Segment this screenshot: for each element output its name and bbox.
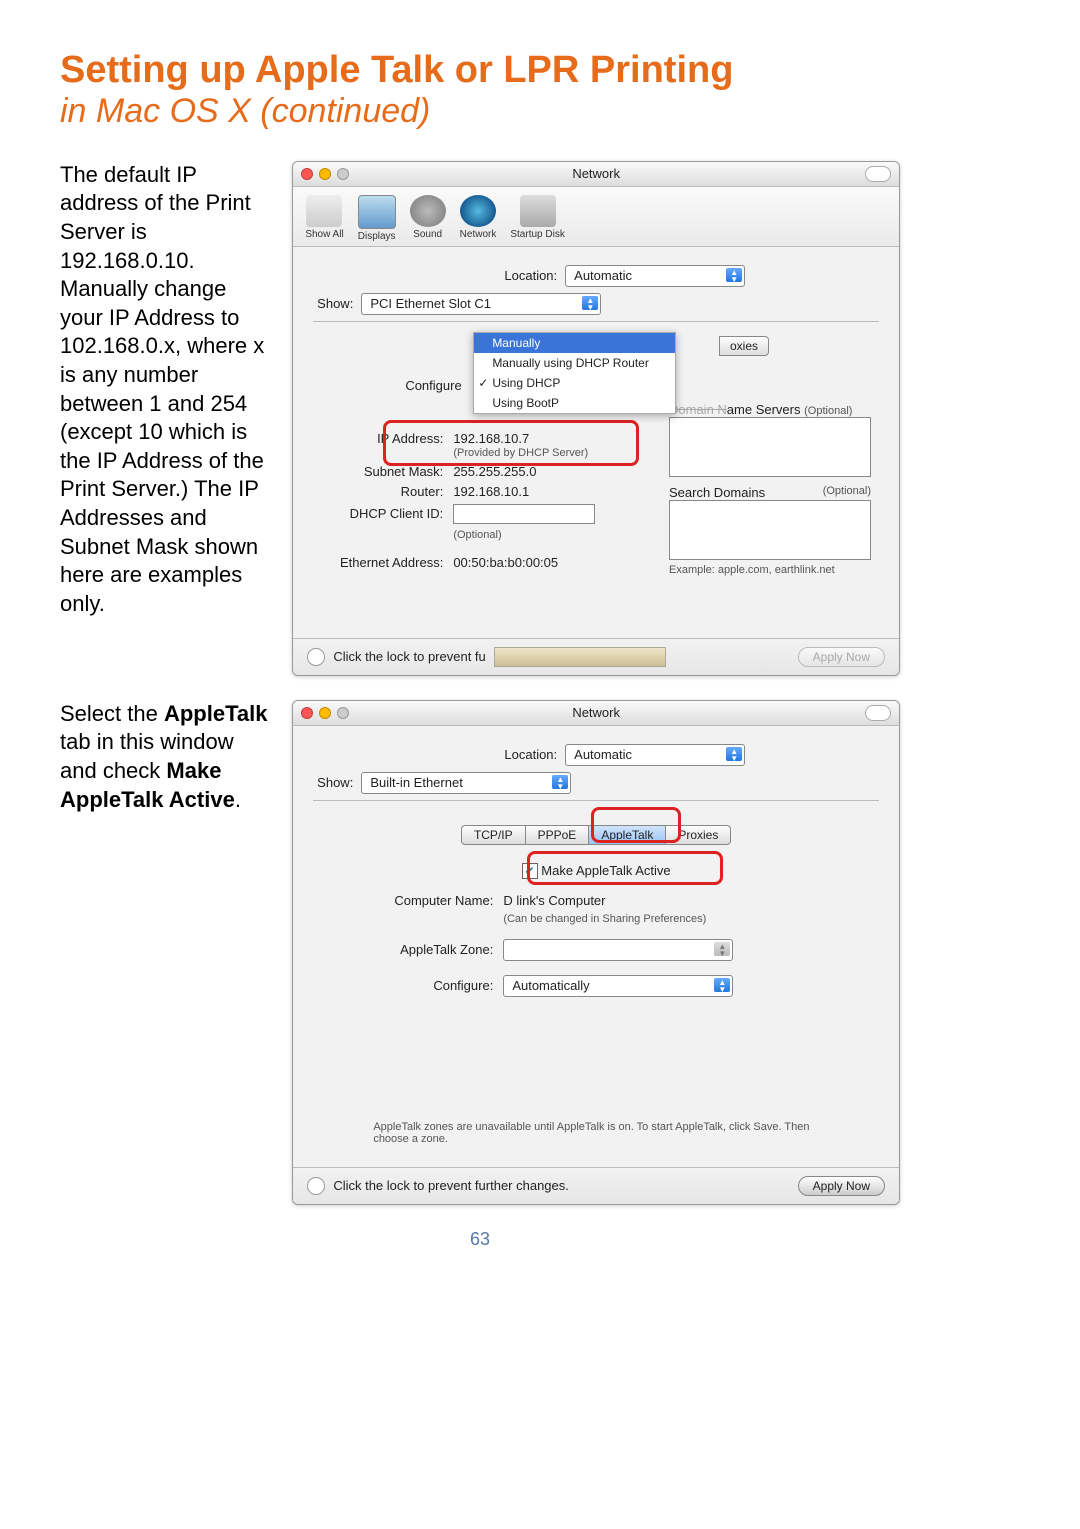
toolbar-showall[interactable]: Show All (305, 195, 343, 242)
blurb-1: The default IP address of the Print Serv… (60, 161, 274, 676)
router-label: Router: (313, 484, 443, 499)
zones-note: AppleTalk zones are unavailable until Ap… (373, 1121, 819, 1145)
domains-example: Example: apple.com, earthlink.net (669, 564, 871, 576)
titlebar: Network (293, 162, 899, 187)
network-window-2: Network Location: Automatic▲▼ Show: Buil… (292, 700, 900, 1205)
computer-name-value: D link's Computer (503, 893, 605, 908)
eth-label: Ethernet Address: (313, 555, 443, 570)
toolbar-network[interactable]: Network (460, 195, 497, 242)
show-label: Show: (313, 775, 353, 790)
titlebar: Network (293, 701, 899, 726)
dns-label-fragment: ame Servers (727, 402, 801, 417)
search-optional: (Optional) (823, 485, 871, 497)
configure-select[interactable]: Automatically▲▼ (503, 975, 733, 997)
tab-proxies[interactable]: Proxies (666, 825, 731, 845)
config-option-manually[interactable]: Manually (474, 333, 675, 353)
location-label: Location: (447, 747, 557, 762)
eth-value: 00:50:ba:b0:00:05 (453, 555, 558, 570)
ip-note: (Provided by DHCP Server) (453, 447, 633, 459)
dns-optional: (Optional) (804, 405, 852, 417)
lock-icon[interactable] (307, 648, 325, 666)
config-option-dhcp-router[interactable]: Manually using DHCP Router (474, 353, 675, 373)
lock-text: Click the lock to prevent fu (333, 649, 485, 664)
lock-text: Click the lock to prevent further change… (333, 1178, 569, 1193)
dns-servers-input[interactable] (669, 417, 871, 477)
apply-now-button[interactable]: Apply Now (798, 647, 885, 667)
ip-value: 192.168.10.7 (453, 431, 529, 446)
dhcp-client-input[interactable] (453, 504, 595, 524)
section-1: The default IP address of the Print Serv… (60, 161, 900, 676)
subnet-value: 255.255.255.0 (453, 464, 536, 479)
tab-tcpip[interactable]: TCP/IP (461, 825, 526, 845)
config-option-using-dhcp[interactable]: Using DHCP (474, 373, 675, 393)
apply-now-button[interactable]: Apply Now (798, 1176, 885, 1196)
tab-pppoe[interactable]: PPPoE (526, 825, 590, 845)
router-value: 192.168.10.1 (453, 484, 529, 499)
window-title: Network (293, 166, 899, 181)
computer-name-note: (Can be changed in Sharing Preferences) (503, 913, 869, 925)
search-domains-input[interactable] (669, 500, 871, 560)
subnet-label: Subnet Mask: (313, 464, 443, 479)
dhcp-note: (Optional) (453, 529, 633, 541)
blurb-2: Select the AppleTalk tab in this window … (60, 700, 274, 1205)
section-2: Select the AppleTalk tab in this window … (60, 700, 900, 1205)
ip-label: IP Address: (313, 431, 443, 446)
computer-name-label: Computer Name: (323, 893, 493, 908)
configure-popup[interactable]: Manually Manually using DHCP Router Usin… (473, 332, 676, 414)
toolbar-startup-disk[interactable]: Startup Disk (510, 195, 564, 242)
prefs-toolbar: Show All Displays Sound Network Startup … (293, 187, 899, 247)
configure-label: Configure (405, 378, 461, 393)
location-label: Location: (447, 268, 557, 283)
zone-label: AppleTalk Zone: (323, 942, 493, 957)
make-active-checkbox[interactable]: ✔ (522, 863, 538, 879)
lock-icon[interactable] (307, 1177, 325, 1195)
show-label: Show: (313, 296, 353, 311)
page-subtitle: in Mac OS X (continued) (60, 92, 900, 131)
page-number: 63 (60, 1229, 900, 1250)
location-select[interactable]: Automatic▲▼ (565, 744, 745, 766)
search-domains-label: Search Domains (669, 485, 765, 500)
window-title: Network (293, 705, 899, 720)
dns-domain-prefix: Domain N (669, 402, 727, 417)
tab-appletalk[interactable]: AppleTalk (589, 825, 666, 845)
show-select[interactable]: Built-in Ethernet▲▼ (361, 772, 571, 794)
show-select[interactable]: PCI Ethernet Slot C1▲▼ (361, 293, 601, 315)
network-window-1: Network Show All Displays Sound Network … (292, 161, 900, 676)
toolbar-displays[interactable]: Displays (358, 195, 396, 242)
dhcp-client-label: DHCP Client ID: (313, 506, 443, 521)
config-option-using-bootp[interactable]: Using BootP (474, 393, 675, 413)
make-active-label: Make AppleTalk Active (541, 863, 670, 878)
tab-fragment: oxies (719, 336, 769, 356)
location-select[interactable]: Automatic▲▼ (565, 265, 745, 287)
page-title: Setting up Apple Talk or LPR Printing (60, 50, 900, 92)
configure-label: Configure: (323, 978, 493, 993)
toolbar-sound[interactable]: Sound (410, 195, 446, 242)
dock-fragment (494, 647, 666, 667)
zone-select[interactable]: ▲▼ (503, 939, 733, 961)
